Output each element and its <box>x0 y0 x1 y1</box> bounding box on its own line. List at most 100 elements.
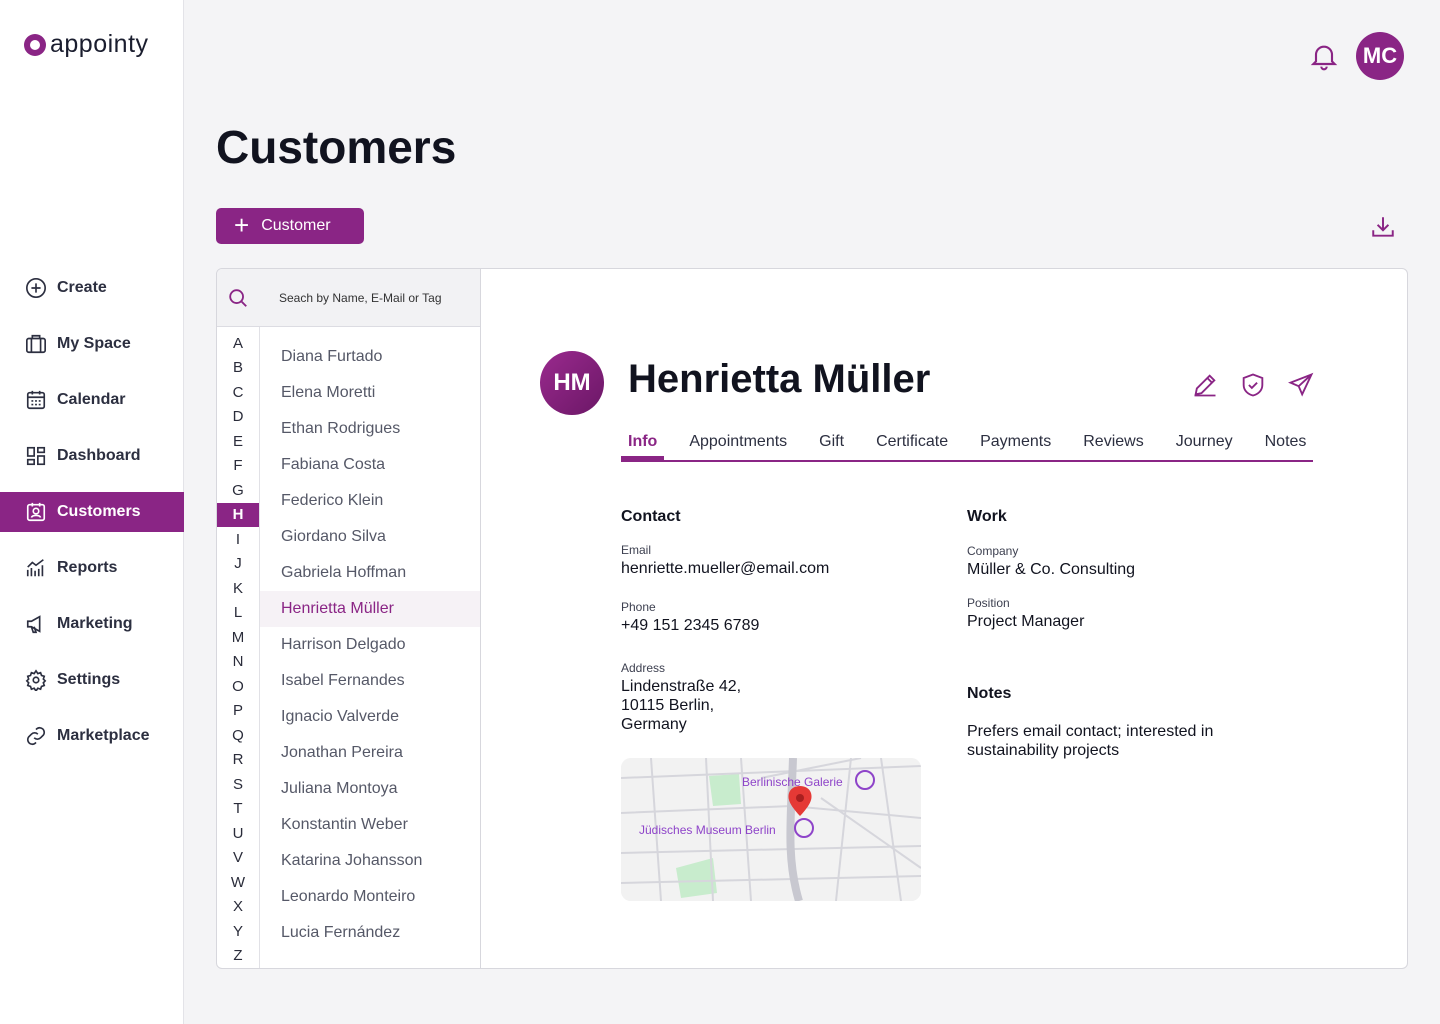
alphabet-letter[interactable]: D <box>217 405 259 430</box>
alphabet-letter[interactable]: H <box>217 502 259 527</box>
customer-list-item[interactable]: Jonathan Pereira <box>260 735 481 771</box>
customer-icon <box>26 502 46 522</box>
search-input[interactable] <box>279 290 469 305</box>
sidebar-item-label: Create <box>57 279 107 296</box>
sidebar-item-marketing[interactable]: Marketing <box>0 604 184 644</box>
alphabet-letter[interactable]: C <box>217 380 259 405</box>
alphabet-letter[interactable]: P <box>217 699 259 724</box>
plus-icon: + <box>234 209 250 240</box>
sidebar-item-label: Marketing <box>57 615 133 632</box>
tab-appointments[interactable]: Appointments <box>682 429 794 460</box>
alphabet-letter[interactable]: J <box>217 552 259 577</box>
customer-list-item[interactable]: Fabiana Costa <box>260 447 481 483</box>
alphabet-letter[interactable]: R <box>217 748 259 773</box>
customer-list-item[interactable]: Juliana Montoya <box>260 771 481 807</box>
notes-heading: Notes <box>967 685 1012 702</box>
alphabet-letter[interactable]: A <box>217 331 259 356</box>
customer-list-item[interactable]: Giordano Silva <box>260 519 481 555</box>
alphabet-letter[interactable]: K <box>217 576 259 601</box>
notification-bell-icon[interactable] <box>1308 40 1340 72</box>
customer-list-item[interactable]: Leonardo Monteiro <box>260 879 481 915</box>
shield-check-icon[interactable] <box>1239 371 1267 399</box>
park-area <box>709 774 741 806</box>
search-bar <box>217 269 481 327</box>
alphabet-letter[interactable]: V <box>217 846 259 871</box>
logo-text: appointy <box>50 30 149 58</box>
customer-list-item[interactable]: Gabriela Hoffman <box>260 555 481 591</box>
notes-line-2: sustainability projects <box>967 742 1120 759</box>
alphabet-letter[interactable]: F <box>217 454 259 479</box>
customer-list-item[interactable]: Henrietta Müller <box>260 591 481 627</box>
customer-list-item[interactable]: Harrison Delgado <box>260 627 481 663</box>
email-label: Email <box>621 543 652 557</box>
alphabet-letter[interactable]: O <box>217 674 259 699</box>
tab-notes[interactable]: Notes <box>1258 429 1314 460</box>
address-label: Address <box>621 661 666 675</box>
alphabet-letter[interactable]: G <box>217 478 259 503</box>
tab-certificate[interactable]: Certificate <box>869 429 955 460</box>
dashboard-icon <box>26 446 46 466</box>
add-customer-button[interactable]: + Customer <box>216 208 364 244</box>
divider <box>480 269 481 968</box>
company-label: Company <box>967 544 1019 558</box>
sidebar-item-marketplace[interactable]: Marketplace <box>0 716 184 756</box>
send-icon[interactable] <box>1287 371 1315 399</box>
alphabet-letter[interactable]: B <box>217 356 259 381</box>
alphabet-letter[interactable]: Y <box>217 919 259 944</box>
customer-list-item[interactable]: Isabel Fernandes <box>260 663 481 699</box>
download-icon[interactable] <box>1370 214 1396 240</box>
sidebar-item-label: Customers <box>57 503 141 520</box>
sidebar-item-label: Calendar <box>57 391 126 408</box>
customer-list-item[interactable]: Katarina Johansson <box>260 843 481 879</box>
customer-list-item[interactable]: Elena Moretti <box>260 375 481 411</box>
user-avatar[interactable]: MC <box>1356 32 1404 80</box>
email-value[interactable]: henriette.mueller@email.com <box>621 559 829 578</box>
alphabet-letter[interactable]: N <box>217 650 259 675</box>
sidebar-item-customers[interactable]: Customers <box>0 492 184 532</box>
alphabet-letter[interactable]: W <box>217 870 259 895</box>
sidebar-item-my-space[interactable]: My Space <box>0 324 184 364</box>
sidebar-item-dashboard[interactable]: Dashboard <box>0 436 184 476</box>
phone-value[interactable]: +49 151 2345 6789 <box>621 616 759 635</box>
customer-list-item[interactable]: Ignacio Valverde <box>260 699 481 735</box>
sidebar-item-calendar[interactable]: Calendar <box>0 380 184 420</box>
customer-list-item[interactable]: Lucia Fernández <box>260 915 481 951</box>
tab-reviews[interactable]: Reviews <box>1076 429 1150 460</box>
customer-list-item[interactable]: Federico Klein <box>260 483 481 519</box>
alphabet-letter[interactable]: U <box>217 821 259 846</box>
alphabet-letter[interactable]: E <box>217 429 259 454</box>
alphabet-letter[interactable]: I <box>217 527 259 552</box>
sidebar-item-create[interactable]: Create <box>0 268 184 308</box>
map-canvas: Berlinische Galerie Jüdisches Museum Ber… <box>621 758 921 901</box>
customers-panel: ABCDEFGHIJKLMNOPQRSTUVWXYZ Diana Furtado… <box>216 268 1408 969</box>
alphabet-letter[interactable]: T <box>217 797 259 822</box>
sidebar-item-settings[interactable]: Settings <box>0 660 184 700</box>
alphabet-letter[interactable]: Q <box>217 723 259 748</box>
briefcase-icon <box>26 334 46 354</box>
alphabet-letter[interactable]: Z <box>217 944 259 969</box>
alphabet-letter[interactable]: S <box>217 772 259 797</box>
map-label: Berlinische Galerie <box>742 775 843 789</box>
reports-icon <box>26 559 44 577</box>
edit-icon[interactable] <box>1191 371 1219 399</box>
sidebar-item-label: Settings <box>57 671 121 688</box>
app-logo[interactable]: appointy <box>24 30 149 59</box>
tab-gift[interactable]: Gift <box>812 429 851 460</box>
address-line-2: 10115 Berlin, <box>621 697 715 714</box>
tab-journey[interactable]: Journey <box>1169 429 1240 460</box>
sidebar-item-reports[interactable]: Reports <box>0 548 184 588</box>
address-line-3: Germany <box>621 716 687 733</box>
alphabet-letter[interactable]: L <box>217 601 259 626</box>
tab-payments[interactable]: Payments <box>973 429 1058 460</box>
customer-list-item[interactable]: Ethan Rodrigues <box>260 411 481 447</box>
customer-list-item[interactable]: Diana Furtado <box>260 339 481 375</box>
customer-list: Diana Furtado Elena Moretti Ethan Rodrigue… <box>260 339 481 951</box>
address-line-1: Lindenstraße 42, <box>621 678 742 695</box>
sidebar: appointy Create My Space Calendar Dashbo… <box>0 0 184 1024</box>
alphabet-letter[interactable]: X <box>217 895 259 920</box>
alphabet-letter[interactable]: M <box>217 625 259 650</box>
customer-list-item[interactable]: Konstantin Weber <box>260 807 481 843</box>
address-map[interactable]: Berlinische Galerie Jüdisches Museum Ber… <box>621 758 921 901</box>
tab-info[interactable]: Info <box>621 429 665 460</box>
link-icon <box>26 726 46 746</box>
